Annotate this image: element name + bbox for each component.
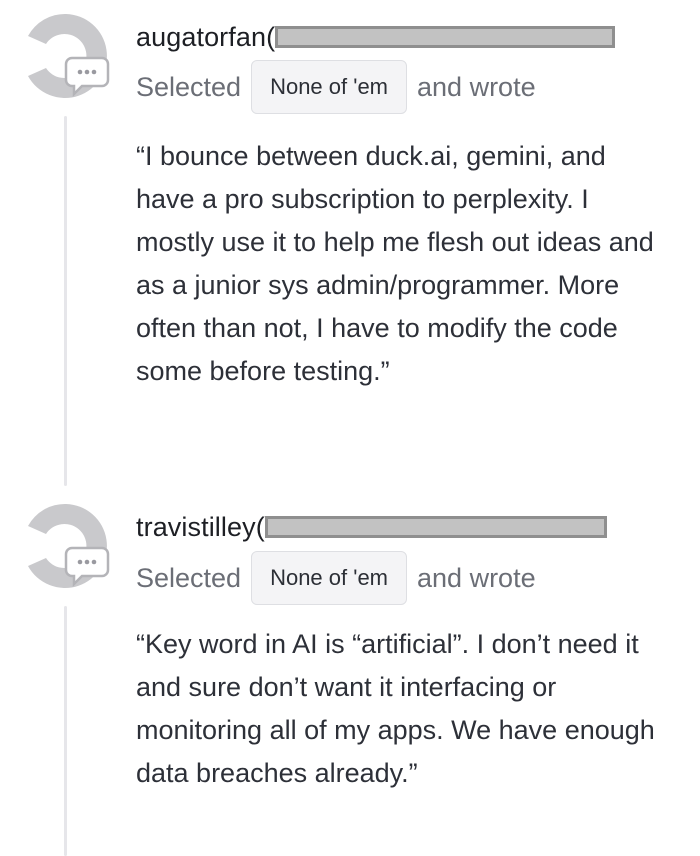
comment-item: augatorfan( Selected None of 'em and wro… <box>0 0 700 490</box>
thread-line <box>64 606 67 856</box>
vote-summary: Selected None of 'em and wrote <box>136 551 536 605</box>
wrote-label: and wrote <box>417 562 536 593</box>
wrote-label: and wrote <box>417 71 536 102</box>
selected-label: Selected <box>136 71 242 102</box>
vote-summary: Selected None of 'em and wrote <box>136 60 536 114</box>
comment-text: “I bounce between duck.ai, gemini, and h… <box>136 141 654 386</box>
username[interactable]: travistilley( <box>136 512 265 543</box>
comment-item: travistilley( Selected None of 'em and w… <box>0 490 700 856</box>
redacted-block <box>275 26 616 48</box>
choice-badge: None of 'em <box>251 60 408 114</box>
username-row: augatorfan( <box>136 20 616 54</box>
selected-label: Selected <box>136 562 242 593</box>
default-avatar-icon[interactable] <box>22 502 110 590</box>
username-row: travistilley( <box>136 510 607 544</box>
choice-badge: None of 'em <box>251 551 408 605</box>
redacted-block <box>264 516 607 538</box>
thread-line <box>64 116 67 486</box>
default-avatar-icon[interactable] <box>22 12 110 100</box>
comment-text: “Key word in AI is “artificial”. I don’t… <box>136 629 655 788</box>
username[interactable]: augatorfan( <box>136 22 275 53</box>
